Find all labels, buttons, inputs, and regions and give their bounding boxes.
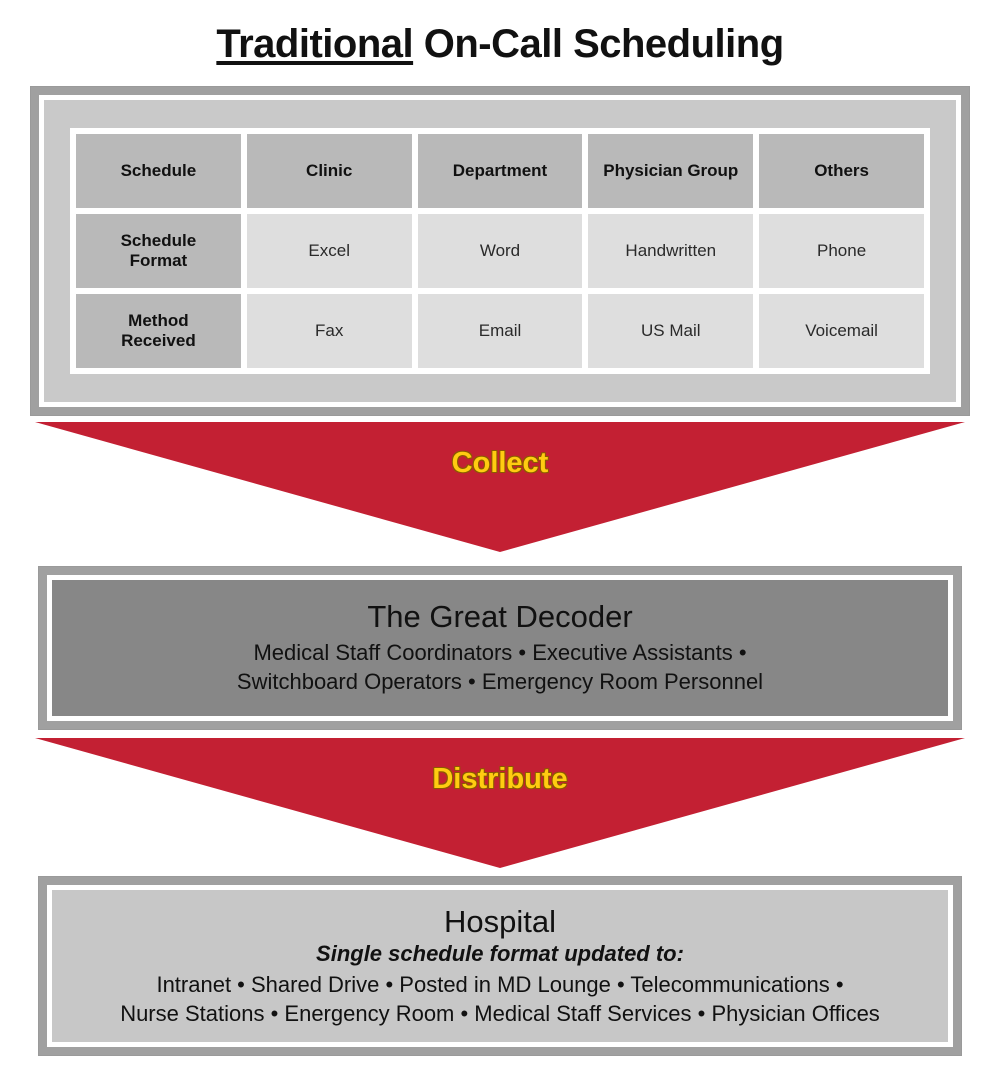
page-title: Traditional On-Call Scheduling (0, 22, 1000, 67)
table-cell-method-others: Voicemail (759, 294, 924, 368)
table-cell-method-department: Email (417, 294, 583, 368)
distribute-arrow: Distribute (35, 738, 965, 868)
decoder-line-2: Switchboard Operators • Emergency Room P… (236, 669, 764, 695)
table-cell-format-clinic: Excel (246, 214, 412, 288)
hospital-line-2: Nurse Stations • Energency Room • Medica… (120, 1001, 880, 1027)
hospital-subtitle: Single schedule format updated to: (316, 941, 684, 967)
table-cell-format-others: Phone (759, 214, 924, 288)
table-header-department: Department (417, 134, 583, 208)
table-cell-method-clinic: Fax (246, 294, 412, 368)
hospital-title: Hospital (444, 903, 556, 939)
row-label-line2: Format (129, 251, 188, 270)
sources-panel-frame: Schedule Clinic Department Physician Gro… (39, 95, 961, 407)
row-label-line1: Method (128, 311, 189, 331)
row-label-line1: Schedule (120, 231, 197, 251)
page-title-underlined-word: Traditional (216, 22, 414, 66)
down-arrow-icon (35, 422, 965, 552)
table-header-physician-group: Physician Group (588, 134, 754, 208)
down-arrow-icon (35, 738, 965, 868)
row-label-line2: Received (121, 331, 196, 350)
table-cell-format-department: Word (417, 214, 583, 288)
decoder-title: The Great Decoder (367, 598, 633, 634)
table-row-label-method-received: Method Received (76, 294, 241, 368)
table-header-clinic: Clinic (246, 134, 412, 208)
collect-arrow: Collect (35, 422, 965, 552)
hospital-panel-frame: Hospital Single schedule format updated … (47, 885, 953, 1047)
table-cell-format-physician-group: Handwritten (588, 214, 754, 288)
decoder-line-1: Medical Staff Coordinators • Executive A… (253, 639, 747, 665)
decoder-panel: The Great Decoder Medical Staff Coordina… (38, 566, 962, 730)
sources-table: Schedule Clinic Department Physician Gro… (70, 128, 930, 374)
hospital-panel-inner: Hospital Single schedule format updated … (52, 890, 948, 1042)
diagram-canvas: Traditional On-Call Scheduling Schedule … (0, 0, 1000, 1076)
page-title-rest: On-Call Scheduling (413, 22, 784, 66)
table-row-label-schedule-format: Schedule Format (76, 214, 241, 288)
hospital-line-1: Intranet • Shared Drive • Posted in MD L… (156, 971, 844, 997)
sources-panel-inner: Schedule Clinic Department Physician Gro… (44, 100, 956, 402)
decoder-panel-inner: The Great Decoder Medical Staff Coordina… (52, 580, 948, 716)
hospital-panel: Hospital Single schedule format updated … (38, 876, 962, 1056)
table-header-others: Others (759, 134, 924, 208)
sources-panel: Schedule Clinic Department Physician Gro… (30, 86, 970, 416)
table-cell-method-physician-group: US Mail (588, 294, 754, 368)
table-header-schedule: Schedule (76, 134, 241, 208)
decoder-panel-frame: The Great Decoder Medical Staff Coordina… (47, 575, 953, 721)
